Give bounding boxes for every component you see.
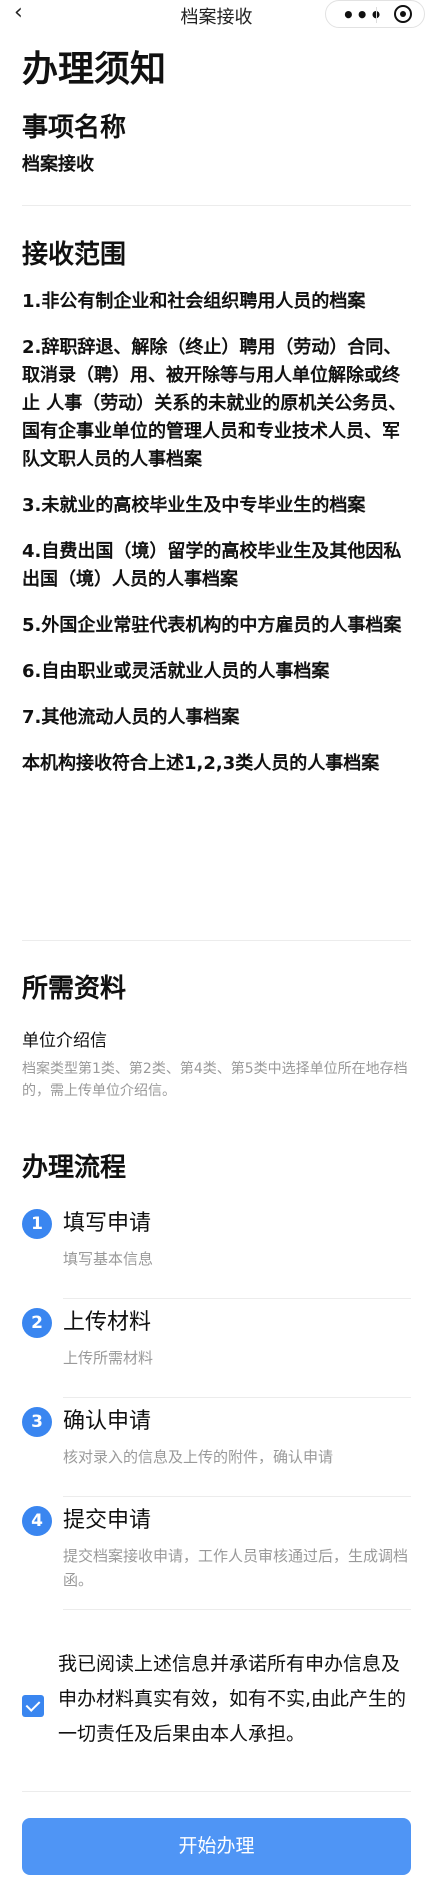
scope-heading: 接收范围	[22, 240, 127, 270]
item-name-heading: 事项名称	[22, 113, 127, 143]
mini-program-capsule: •••	[325, 0, 425, 28]
step-description: 提交档案接收申请，工作人员审核通过后，生成调档函。	[63, 1547, 409, 1589]
scope-item: 7.其他流动人员的人事档案	[22, 707, 240, 728]
target-icon[interactable]	[394, 5, 412, 23]
divider	[22, 1791, 411, 1792]
material-description: 档案类型第1类、第2类、第4类、第5类中选择单位所在地存档的，需上传单位介绍信。	[22, 1061, 408, 1099]
scope-item: 2.辞职辞退、解除（终止）聘用（劳动）合同、取消录（聘）用、被开除等与用人单位解…	[22, 337, 407, 470]
step-title: 上传材料	[63, 1310, 152, 1335]
scope-item: 6.自由职业或灵活就业人员的人事档案	[22, 661, 330, 682]
divider	[63, 1298, 411, 1299]
divider	[63, 1496, 411, 1497]
divider	[22, 205, 411, 206]
process-step: 2 上传材料 上传所需材料	[22, 1300, 411, 1398]
step-description: 核对录入的信息及上传的附件，确认申请	[63, 1448, 334, 1466]
step-number-badge: 3	[22, 1407, 52, 1437]
scope-item: 4.自费出国（境）留学的高校毕业生及其他因私出国（境）人员的人事档案	[22, 541, 402, 590]
page-title: 办理须知	[22, 49, 167, 90]
navbar: ‹ 档案接收 •••	[0, 0, 433, 30]
step-number-badge: 4	[22, 1506, 52, 1536]
more-icon[interactable]: •••	[342, 3, 383, 27]
material-name: 单位介绍信	[22, 1031, 107, 1051]
process-heading: 办理流程	[22, 1153, 127, 1183]
step-title: 填写申请	[63, 1211, 152, 1236]
scope-item: 本机构接收符合上述1,2,3类人员的人事档案	[22, 753, 380, 774]
scope-item: 5.外国企业常驻代表机构的中方雇员的人事档案	[22, 615, 402, 636]
process-step: 3 确认申请 核对录入的信息及上传的附件，确认申请	[22, 1399, 411, 1497]
step-number-badge: 1	[22, 1209, 52, 1239]
agreement-text: 我已阅读上述信息并承诺所有申办信息及申办材料真实有效，如有不实,由此产生的一切责…	[58, 1653, 407, 1745]
scope-list: 1.非公有制企业和社会组织聘用人员的档案 2.辞职辞退、解除（终止）聘用（劳动）…	[22, 288, 411, 796]
divider	[22, 940, 411, 941]
agreement-checkbox[interactable]	[22, 1695, 44, 1717]
process-step: 1 填写申请 填写基本信息	[22, 1201, 411, 1299]
capsule-divider	[376, 7, 377, 23]
step-number-badge: 2	[22, 1308, 52, 1338]
materials-heading: 所需资料	[22, 974, 127, 1004]
step-title: 提交申请	[63, 1508, 152, 1533]
divider	[63, 1609, 411, 1610]
item-name-value: 档案接收	[22, 154, 94, 175]
start-button[interactable]: 开始办理	[22, 1818, 411, 1875]
process-step: 4 提交申请 提交档案接收申请，工作人员审核通过后，生成调档函。	[22, 1498, 411, 1610]
scope-item: 3.未就业的高校毕业生及中专毕业生的档案	[22, 495, 366, 516]
step-description: 填写基本信息	[63, 1250, 154, 1268]
step-title: 确认申请	[63, 1409, 152, 1434]
step-description: 上传所需材料	[63, 1349, 154, 1367]
divider	[63, 1397, 411, 1398]
scope-item: 1.非公有制企业和社会组织聘用人员的档案	[22, 291, 366, 312]
